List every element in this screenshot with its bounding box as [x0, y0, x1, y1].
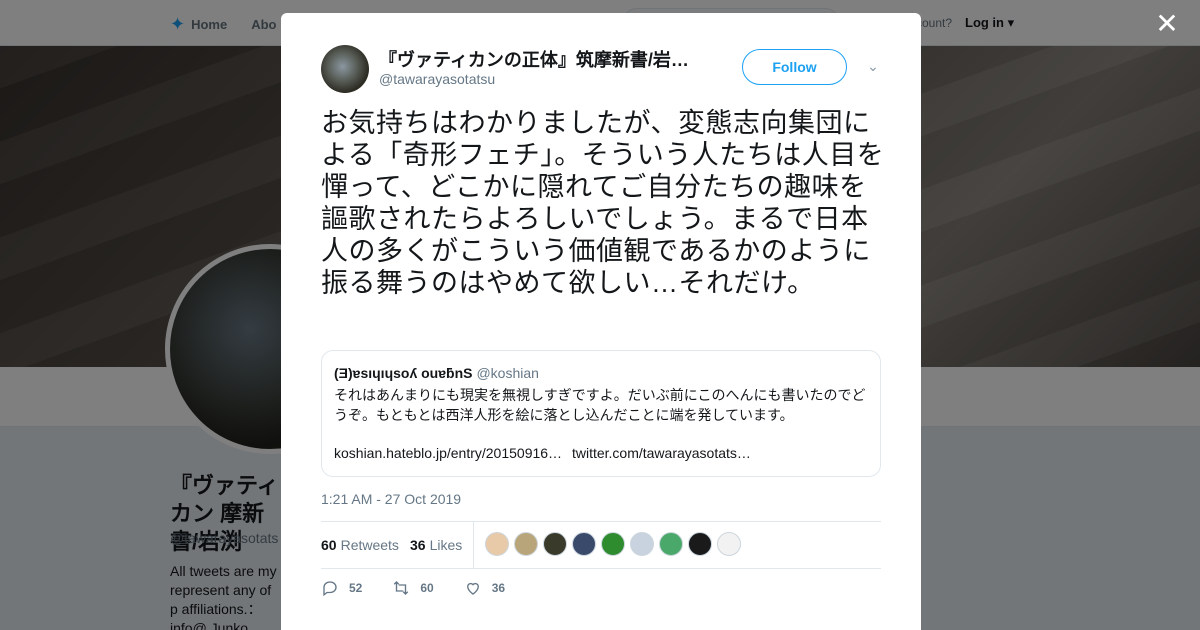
- tweet-timestamp[interactable]: 1:21 AM - 27 Oct 2019: [321, 491, 461, 507]
- likes-stat[interactable]: 36 Likes: [410, 537, 462, 553]
- liker-avatar[interactable]: [485, 532, 509, 556]
- follow-button[interactable]: Follow: [742, 49, 847, 85]
- liker-avatar[interactable]: [514, 532, 538, 556]
- reply-icon: [323, 581, 337, 597]
- stats-divider: [473, 522, 474, 568]
- reply-count: 52: [349, 581, 363, 595]
- quoted-link-1[interactable]: koshian.hateblo.jp/entry/20150916…: [334, 445, 562, 461]
- quoted-handle: @koshian: [476, 365, 539, 381]
- quoted-author: (Ǝ)ɐsıɥıɥsoʎ ouɐƃnS @koshian: [334, 365, 539, 381]
- liker-avatar[interactable]: [601, 532, 625, 556]
- liker-avatar[interactable]: [572, 532, 596, 556]
- liker-avatar[interactable]: [688, 532, 712, 556]
- quoted-tweet[interactable]: (Ǝ)ɐsıɥıɥsoʎ ouɐƃnS @koshian それはあんまりにも現実を…: [321, 350, 881, 477]
- tweet-text: お気持ちはわかりましたが、変態志向集団による「奇形フェチ」。そういう人たちは人目…: [321, 108, 885, 298]
- quoted-link-2[interactable]: twitter.com/tawarayasotats…: [572, 445, 751, 461]
- tweet-actions: 52 60 36: [321, 579, 535, 597]
- like-count: 36: [491, 581, 506, 595]
- author-name[interactable]: 『ヴァティカンの正体』筑摩新書/岩…: [379, 46, 699, 72]
- tweet-stats: 60 Retweets 36 Likes: [321, 521, 881, 569]
- like-button[interactable]: 36: [464, 579, 505, 597]
- author-avatar[interactable]: [321, 45, 369, 93]
- liker-avatar[interactable]: [717, 532, 741, 556]
- retweet-icon: [394, 581, 409, 595]
- quoted-links: koshian.hateblo.jp/entry/20150916… twitt…: [334, 445, 757, 461]
- retweet-count: 60: [420, 581, 434, 595]
- liker-avatar[interactable]: [659, 532, 683, 556]
- liker-avatar[interactable]: [543, 532, 567, 556]
- retweets-stat[interactable]: 60 Retweets: [321, 537, 399, 553]
- liker-avatar[interactable]: [630, 532, 654, 556]
- chevron-down-icon[interactable]: ⌄: [864, 57, 882, 75]
- retweet-button[interactable]: 60: [392, 579, 434, 597]
- heart-icon: [466, 582, 479, 595]
- quoted-text: それはあんまりにも現実を無視しすぎですよ。だいぶ前にこのへんにも書いたのでどうぞ…: [334, 387, 866, 423]
- close-icon[interactable]: ✕: [1154, 10, 1180, 38]
- author-handle[interactable]: @tawarayasotatsu: [379, 71, 495, 87]
- liker-avatars: [485, 532, 741, 556]
- tweet-modal: 『ヴァティカンの正体』筑摩新書/岩… @tawarayasotatsu Foll…: [281, 13, 921, 630]
- reply-button[interactable]: 52: [321, 579, 362, 597]
